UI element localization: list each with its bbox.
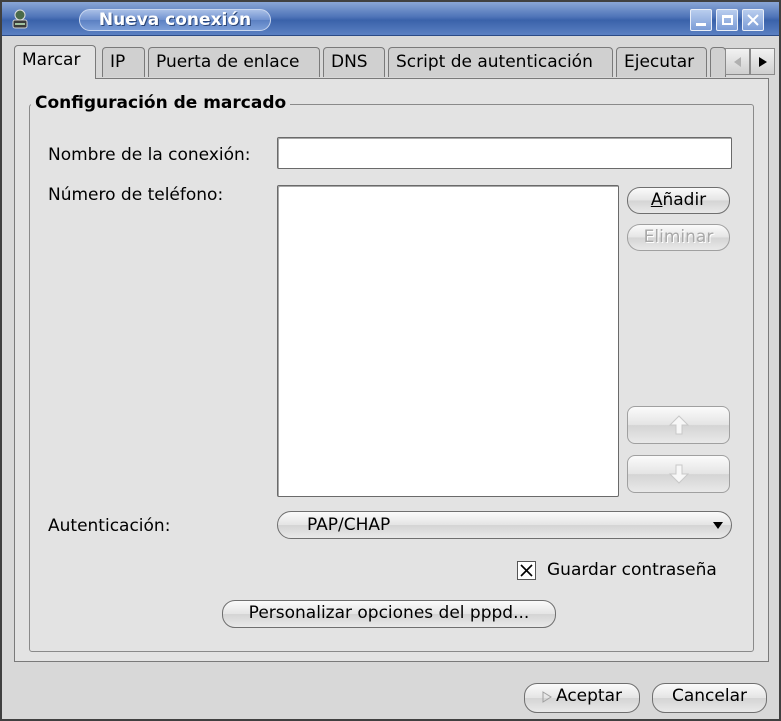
close-icon — [747, 14, 759, 26]
group-title: Configuración de marcado — [31, 93, 291, 113]
minimize-button[interactable] — [690, 9, 712, 31]
move-down-button[interactable] — [627, 455, 730, 493]
cancel-button[interactable]: Cancelar — [652, 683, 767, 713]
tab-ejecutar[interactable]: Ejecutar — [616, 47, 707, 77]
tab-scroll-left-button[interactable] — [725, 48, 750, 75]
tab-puerta-de-enlace[interactable]: Puerta de enlace — [148, 47, 320, 77]
title-bar[interactable]: Nueva conexión — [2, 2, 779, 36]
tab-bar: Marcar IP Puerta de enlace DNS Script de… — [14, 45, 775, 79]
add-button[interactable]: Añadir — [627, 187, 730, 214]
connection-name-input[interactable] — [277, 137, 732, 169]
auth-label: Autenticación: — [48, 516, 171, 536]
tab-dns[interactable]: DNS — [323, 47, 385, 77]
tab-ip[interactable]: IP — [102, 47, 145, 77]
window-title: Nueva conexión — [79, 9, 271, 31]
auth-select-value: PAP/CHAP — [307, 515, 391, 535]
save-password-label[interactable]: Guardar contraseña — [547, 560, 717, 580]
arrow-right-icon — [758, 56, 767, 67]
check-x-icon — [520, 564, 533, 577]
tab-script-autenticacion[interactable]: Script de autenticación — [388, 47, 613, 77]
maximize-button[interactable] — [716, 9, 738, 31]
minimize-icon — [696, 23, 706, 26]
phone-number-label: Número de teléfono: — [48, 185, 224, 205]
customize-pppd-button[interactable]: Personalizar opciones del pppd... — [222, 600, 556, 628]
connection-name-label: Nombre de la conexión: — [48, 145, 251, 165]
maximize-icon — [721, 15, 733, 25]
tab-scroll-right-button[interactable] — [750, 48, 775, 75]
tab-partial[interactable] — [710, 47, 726, 77]
tab-marcar[interactable]: Marcar — [14, 45, 96, 79]
close-button[interactable] — [742, 9, 764, 31]
arrow-down-icon — [668, 464, 689, 484]
chevron-down-icon — [713, 522, 723, 529]
remove-button[interactable]: Eliminar — [627, 224, 730, 251]
play-icon — [542, 691, 552, 703]
phone-number-list[interactable] — [277, 185, 619, 497]
network-wizard-icon[interactable] — [8, 7, 32, 31]
move-up-button[interactable] — [627, 406, 730, 444]
save-password-checkbox[interactable] — [517, 561, 536, 580]
arrow-up-icon — [668, 415, 689, 435]
dialog-window: Nueva conexión Marcar IP Puerta de enlac… — [0, 0, 781, 721]
tab-page-marcar: Configuración de marcado Nombre de la co… — [14, 78, 769, 662]
tab-scroll-buttons — [725, 48, 777, 75]
auth-select[interactable]: PAP/CHAP — [277, 511, 732, 539]
arrow-left-icon — [733, 56, 741, 67]
accept-button[interactable]: Aceptar — [524, 683, 640, 713]
